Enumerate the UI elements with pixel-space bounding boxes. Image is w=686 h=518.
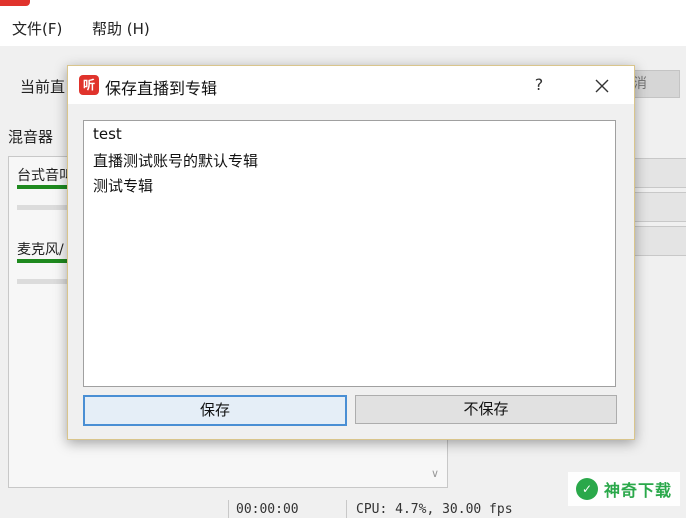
scroll-down-icon[interactable]: ∨ [431,467,439,480]
dialog-titlebar[interactable]: 听 保存直播到专辑 ? [68,66,634,104]
dialog-title: 保存直播到专辑 [105,79,218,98]
album-item-test[interactable]: test [93,125,122,143]
menu-file[interactable]: 文件(F) [12,18,62,39]
watermark-text: 神奇下载 [603,481,672,500]
mixer-channel-mic-label: 麦克风/ [17,242,64,258]
save-button[interactable]: 保存 [83,395,347,426]
app-icon: 听 [79,75,99,95]
help-button[interactable]: ? [524,70,554,100]
close-button[interactable] [584,70,620,100]
watermark: ✓ 神奇下载 [567,472,680,506]
save-to-album-dialog: 听 保存直播到专辑 ? test 直播测试账号的默认专辑 测试专辑 保存 不保存 [67,65,635,440]
mixer-channel-desktop-label: 台式音叫 [17,168,73,184]
download-logo-icon: ✓ [575,478,598,500]
album-list[interactable]: test 直播测试账号的默认专辑 测试专辑 [83,120,616,387]
menu-help[interactable]: 帮助 (H) [92,18,150,39]
status-cpu: CPU: 4.7%, 30.00 fps [356,502,513,517]
app-logo [0,0,30,6]
menubar: 文件(F) 帮助 (H) [0,8,686,46]
status-separator [346,500,347,518]
dont-save-button[interactable]: 不保存 [355,395,617,424]
current-live-label: 当前直 [20,78,66,96]
status-time: 00:00:00 [236,502,299,517]
close-icon [595,79,609,92]
album-item-default[interactable]: 直播测试账号的默认专辑 [93,150,258,171]
mixer-label: 混音器 [8,128,54,146]
status-separator [228,500,229,518]
album-item-test-album[interactable]: 测试专辑 [93,175,153,196]
